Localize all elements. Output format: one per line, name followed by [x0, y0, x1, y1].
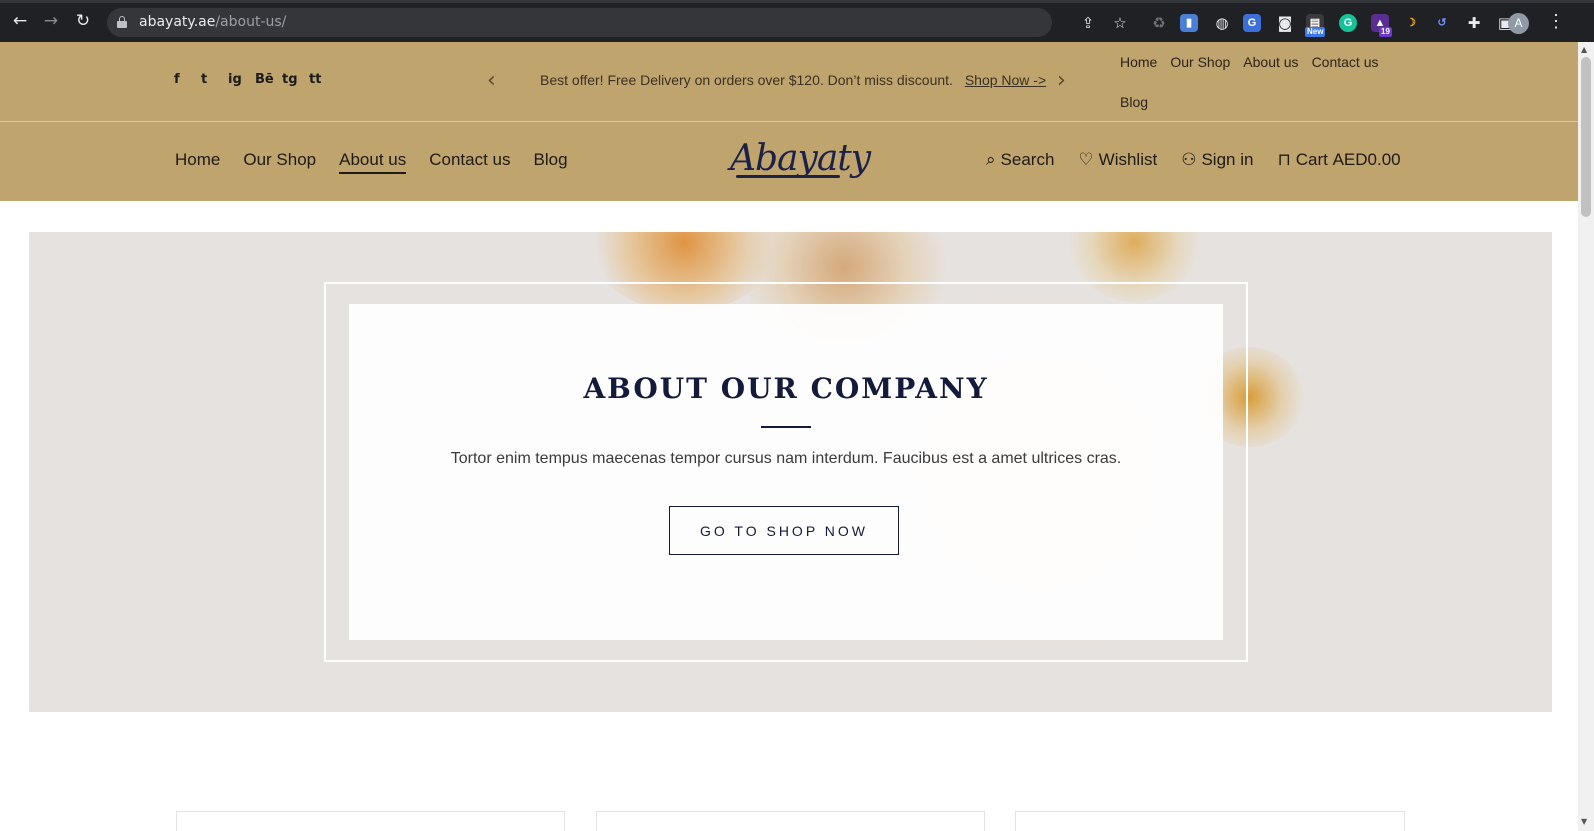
shopping-bag-icon: ⊓ [1277, 150, 1291, 170]
page-scrollbar[interactable]: ▲ ▼ [1578, 42, 1594, 831]
back-icon[interactable]: ← [11, 12, 29, 30]
search-label: Search [1000, 150, 1055, 169]
top-nav-blog[interactable]: Blog [1120, 93, 1148, 111]
hero-description: Tortor enim tempus maecenas tempor cursu… [450, 450, 1122, 467]
twitter-icon[interactable]: t [201, 72, 228, 87]
promo-next-arrow-icon[interactable]: › [1057, 70, 1066, 92]
nav-blog[interactable]: Blog [534, 150, 568, 172]
user-icon: ⚇ [1181, 150, 1197, 170]
recycle-icon[interactable]: ♻ [1150, 14, 1168, 32]
search-icon: ⌕ [986, 150, 996, 170]
scrollbar-thumb[interactable] [1581, 57, 1591, 217]
translate-extension-icon[interactable]: G [1243, 14, 1261, 32]
search-button[interactable]: ⌕ Search [986, 150, 1054, 170]
profile-avatar[interactable]: A [1508, 13, 1529, 34]
promo-message: Best offer! Free Delivery on orders over… [540, 72, 1046, 88]
globe-extension-icon[interactable]: ◍ [1213, 14, 1231, 32]
cart-button[interactable]: ⊓ Cart AED0.00 [1277, 150, 1400, 170]
promo-shop-link[interactable]: Shop Now -> [965, 72, 1046, 88]
nav-about-us[interactable]: About us [339, 150, 407, 174]
top-nav-our-shop[interactable]: Our Shop [1170, 53, 1230, 71]
cart-total: AED0.00 [1332, 150, 1401, 169]
scroll-up-arrow-icon[interactable]: ▲ [1581, 45, 1587, 54]
scroll-down-arrow-icon[interactable]: ▼ [1581, 817, 1587, 826]
docs-extension-icon[interactable]: ▮ [1180, 14, 1198, 32]
social-links: f t ig Bē tg tt [174, 72, 336, 87]
telegram-icon[interactable]: tg [282, 72, 309, 87]
site-header: Home Our Shop About us Contact us Blog Abaya… [0, 122, 1594, 201]
feature-card [176, 811, 565, 831]
announcement-bar: f t ig Bē tg tt ‹ Best offer! Free Deliv… [0, 42, 1594, 122]
lock-icon [117, 16, 127, 28]
nav-our-shop[interactable]: Our Shop [243, 150, 316, 172]
tab-strip [0, 0, 1594, 3]
feature-card [596, 811, 985, 831]
tiktok-icon[interactable]: tt [309, 72, 336, 87]
grammarly-extension-icon[interactable]: G [1339, 14, 1357, 32]
hero-divider [761, 426, 811, 428]
top-nav-home[interactable]: Home [1120, 53, 1157, 71]
browser-toolbar: ← → ↻ abayaty.ae/about-us/ ⇪ ☆ ♻ ▮ ◍ G ◙… [0, 0, 1594, 42]
top-nav-contact-us[interactable]: Contact us [1312, 53, 1379, 71]
facebook-icon[interactable]: f [174, 72, 201, 87]
url-text: abayaty.ae/about-us/ [139, 14, 287, 30]
heart-icon: ♡ [1078, 150, 1094, 170]
top-navigation: Home Our Shop About us Contact us Blog [1120, 53, 1410, 133]
browser-menu-icon[interactable]: ⋮ [1547, 11, 1565, 31]
share-icon[interactable]: ⇪ [1079, 14, 1097, 32]
promo-text: Best offer! Free Delivery on orders over… [540, 72, 953, 88]
nav-contact-us[interactable]: Contact us [429, 150, 510, 172]
logo-swash [736, 175, 840, 178]
site-logo[interactable]: Abayaty [730, 138, 871, 183]
header-actions: ⌕ Search ♡ Wishlist ⚇ Sign in ⊓ Cart AED… [986, 150, 1425, 170]
feature-card [1015, 811, 1405, 831]
go-to-shop-button[interactable]: GO TO SHOP NOW [669, 506, 899, 555]
cart-label: Cart [1295, 150, 1328, 169]
forward-icon[interactable]: → [42, 12, 60, 30]
sync-extension-icon[interactable]: ↺ [1433, 14, 1451, 32]
behance-icon[interactable]: Bē [255, 72, 282, 87]
instagram-icon[interactable]: ig [228, 72, 255, 87]
hero-title: ABOUT OUR COMPANY [583, 372, 989, 405]
new-badge: New [1305, 27, 1326, 37]
reload-icon[interactable]: ↻ [74, 12, 92, 30]
nav-home[interactable]: Home [175, 150, 220, 172]
hero-card: ABOUT OUR COMPANY Tortor enim tempus mae… [349, 304, 1223, 640]
wishlist-button[interactable]: ♡ Wishlist [1078, 150, 1157, 170]
sign-in-button[interactable]: ⚇ Sign in [1181, 150, 1253, 170]
address-bar[interactable]: abayaty.ae/about-us/ [107, 8, 1052, 37]
count-badge: 19 [1379, 27, 1392, 37]
top-nav-about-us[interactable]: About us [1243, 53, 1298, 71]
promo-prev-arrow-icon[interactable]: ‹ [487, 70, 496, 92]
moon-extension-icon[interactable]: ☽ [1402, 14, 1420, 32]
main-navigation: Home Our Shop About us Contact us Blog [175, 150, 591, 174]
sign-in-label: Sign in [1201, 150, 1254, 169]
bookmark-star-icon[interactable]: ☆ [1111, 14, 1129, 32]
camera-extension-icon[interactable]: ◙ [1276, 14, 1294, 32]
logo-text: Abayaty [730, 138, 871, 179]
about-hero: ABOUT OUR COMPANY Tortor enim tempus mae… [29, 232, 1552, 712]
extensions-puzzle-icon[interactable]: ✚ [1465, 14, 1483, 32]
wishlist-label: Wishlist [1098, 150, 1158, 169]
